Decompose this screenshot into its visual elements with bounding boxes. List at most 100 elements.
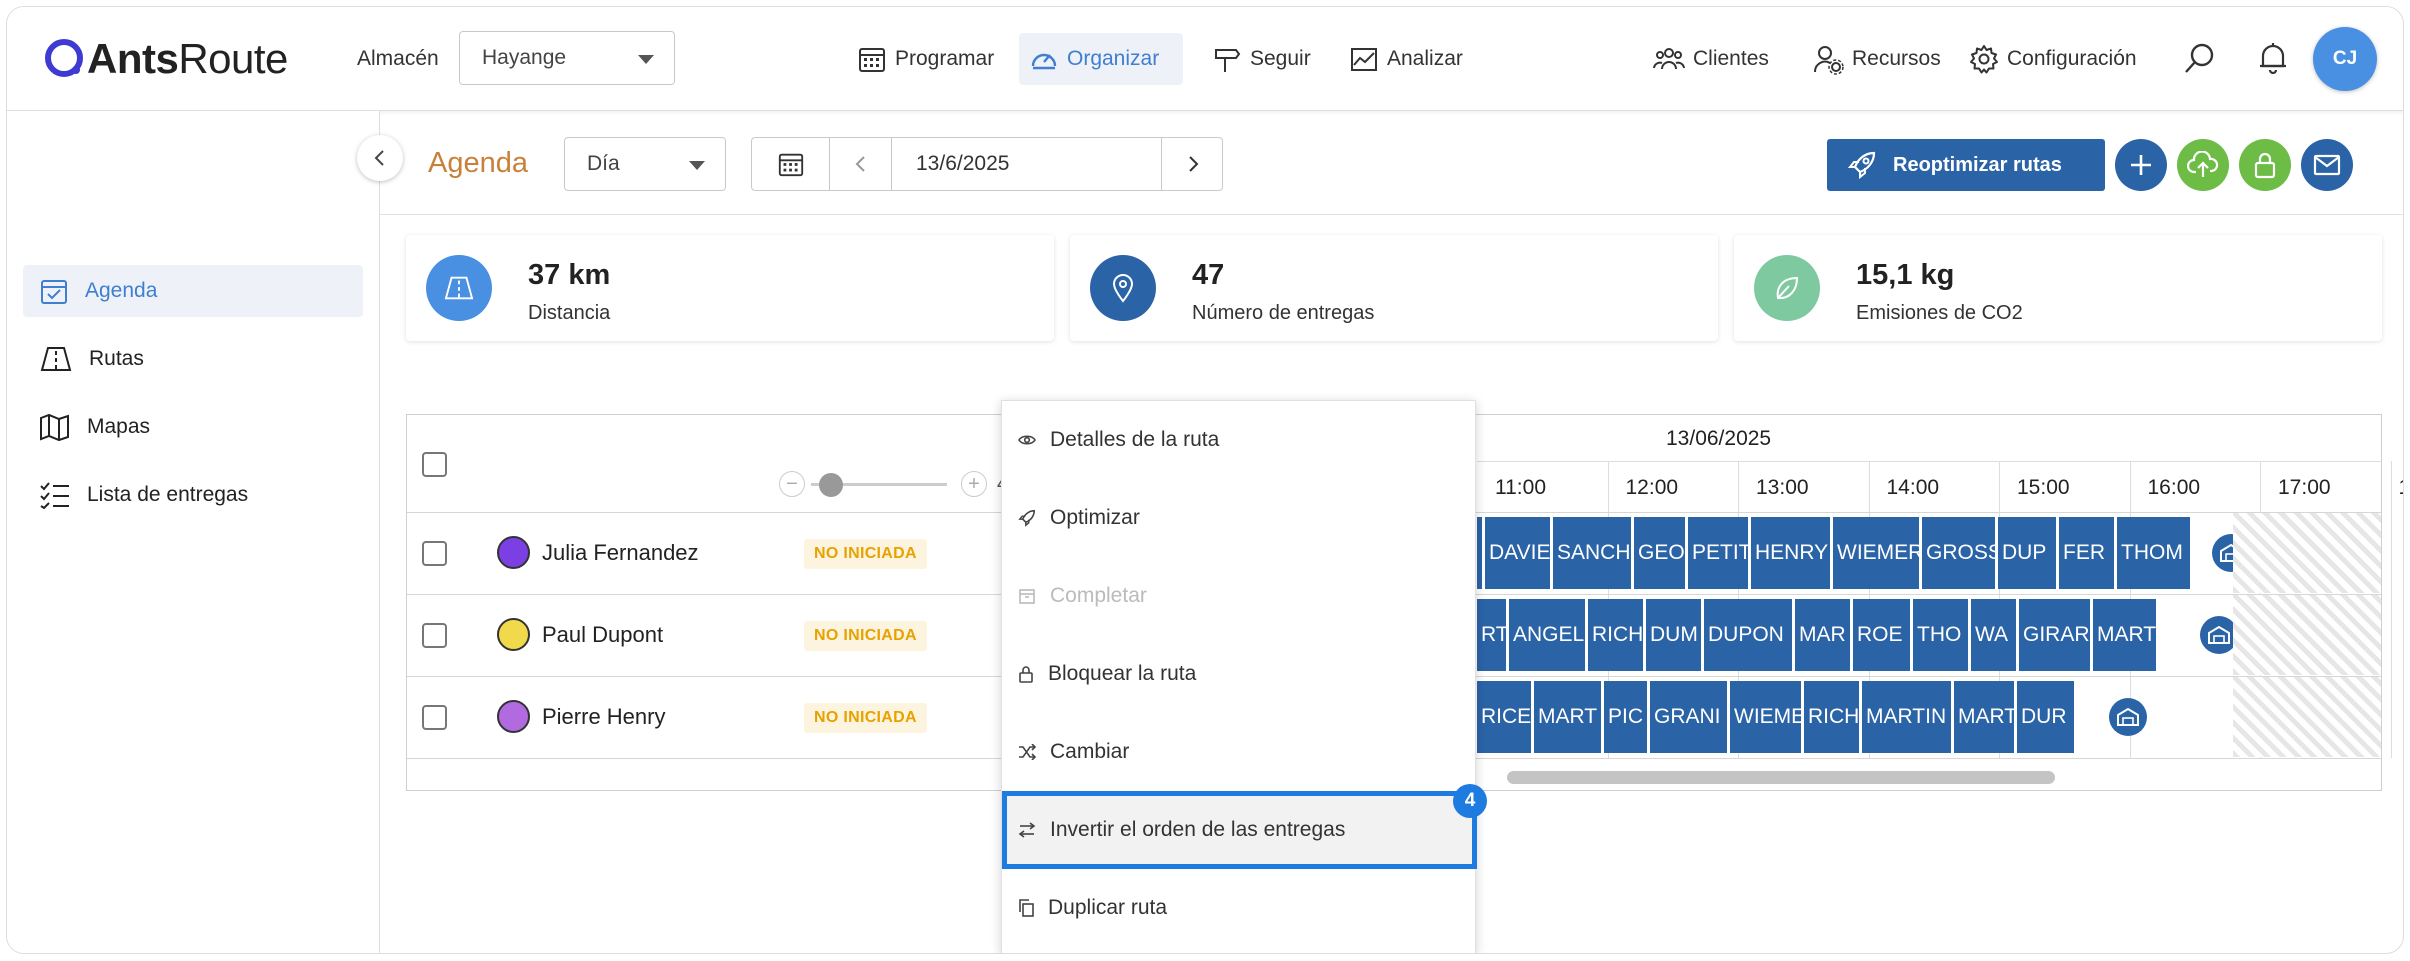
nav-seguir[interactable]: Seguir [1202, 33, 1321, 85]
delivery-stop-block[interactable]: WA [1971, 599, 2019, 671]
route-row-checkbox[interactable] [422, 541, 447, 566]
brand-name-light: Route [178, 35, 288, 82]
zoom-in-button[interactable]: + [961, 471, 987, 497]
calendar-picker-button[interactable] [752, 138, 830, 190]
menu-item-label: Duplicar ruta [1048, 896, 1168, 919]
stat-distance-card: 37 km Distancia [406, 235, 1054, 341]
view-select[interactable]: Día [564, 137, 726, 191]
calendar-icon [859, 48, 885, 72]
add-button[interactable] [2115, 139, 2167, 191]
sidebar-item-label: Rutas [89, 347, 144, 370]
step-number-badge: 4 [1453, 784, 1487, 818]
bell-icon[interactable] [2257, 41, 2289, 75]
menu-item-lock-route[interactable]: Bloquear la ruta [1002, 635, 1477, 713]
delivery-stop-block[interactable]: WIEMER [1833, 517, 1922, 589]
menu-item-change[interactable]: Cambiar [1002, 713, 1477, 791]
delivery-stop-block[interactable]: DUM [1646, 599, 1704, 671]
route-row-checkbox[interactable] [422, 623, 447, 648]
delivery-stop-block[interactable]: ROE [1853, 599, 1913, 671]
delivery-stop-block[interactable]: MART [1534, 681, 1604, 753]
nav-configuracion[interactable]: Configuración [1959, 33, 2147, 85]
delivery-stop-block[interactable]: MAR [1795, 599, 1853, 671]
nav-recursos[interactable]: Recursos [1802, 33, 1951, 85]
next-day-button[interactable] [1161, 138, 1223, 190]
route-color-dot [497, 618, 530, 651]
delivery-stop-block[interactable]: RICE [1477, 681, 1534, 753]
route-driver-name[interactable]: Paul Dupont [542, 622, 663, 648]
road-icon [444, 276, 474, 300]
delivery-stop-block[interactable]: DUPON [1704, 599, 1795, 671]
lock-button[interactable] [2239, 139, 2291, 191]
delivery-stop-block[interactable]: WIEME [1730, 681, 1804, 753]
nav-configuracion-label: Configuración [2007, 47, 2137, 70]
nav-organizar[interactable]: Organizar [1019, 33, 1183, 85]
menu-item-label: Detalles de la ruta [1050, 428, 1220, 451]
delivery-stop-block[interactable]: SANCHE [1553, 517, 1634, 589]
warehouse-select[interactable]: Hayange [459, 31, 675, 85]
calendar-icon [778, 153, 803, 177]
delivery-stop-block[interactable]: DUP [1998, 517, 2059, 589]
delivery-stop-block[interactable]: RTI [1477, 599, 1509, 671]
delivery-stop-block[interactable]: DAVIE [1485, 517, 1553, 589]
menu-item-label: Optimizar [1050, 506, 1140, 529]
search-icon[interactable] [2183, 41, 2217, 75]
route-color-dot [497, 700, 530, 733]
delivery-stop-block[interactable]: RICH [1804, 681, 1862, 753]
route-driver-name[interactable]: Julia Fernandez [542, 540, 699, 566]
warehouse-label: Almacén [357, 47, 439, 70]
delivery-stop-block[interactable]: RICH [1588, 599, 1646, 671]
menu-item-complete: Completar [1002, 557, 1477, 635]
delivery-stop-block[interactable]: MARTIN [1862, 681, 1954, 753]
antsroute-logo-icon[interactable] [43, 37, 85, 79]
reoptimize-routes-label: Reoptimizar rutas [1893, 153, 2062, 176]
delivery-stop-block[interactable]: GROSS [1922, 517, 1998, 589]
user-avatar[interactable]: CJ [2313, 27, 2377, 91]
email-button[interactable] [2301, 139, 2353, 191]
sidebar-item-rutas[interactable]: Rutas [23, 333, 363, 385]
delivery-stop-block[interactable]: GEO [1634, 517, 1688, 589]
delivery-stop-block[interactable]: MART [1954, 681, 2017, 753]
previous-day-button[interactable] [830, 138, 892, 190]
menu-item-route-details[interactable]: Detalles de la ruta [1002, 401, 1477, 479]
delivery-stop-block[interactable]: THOM [2117, 517, 2193, 589]
menu-item-duplicate-route[interactable]: Duplicar ruta [1002, 869, 1477, 947]
delivery-stop-block[interactable]: GIRAR [2019, 599, 2093, 671]
sidebar-item-agenda[interactable]: Agenda [23, 265, 363, 317]
menu-item-label: Completar [1050, 584, 1147, 607]
delivery-stop-block[interactable]: DUR [2017, 681, 2077, 753]
delivery-stop-block[interactable]: FER [2059, 517, 2117, 589]
select-all-checkbox[interactable] [422, 452, 447, 477]
nav-clientes[interactable]: Clientes [1643, 33, 1779, 85]
nav-analizar[interactable]: Analizar [1339, 33, 1473, 85]
date-navigator: 13/6/2025 [751, 137, 1223, 191]
delivery-stop-block[interactable]: MART [2093, 599, 2159, 671]
delivery-stop-block[interactable]: HENRY [1751, 517, 1833, 589]
menu-item-label: Invertir el orden de las entregas [1050, 818, 1346, 841]
nav-programar[interactable]: Programar [847, 33, 1004, 85]
sidebar-item-mapas[interactable]: Mapas [23, 401, 363, 453]
date-value[interactable]: 13/6/2025 [916, 152, 1009, 176]
delivery-stop-block[interactable] [1477, 517, 1485, 589]
delivery-stop-block[interactable]: PETIT [1688, 517, 1751, 589]
stat-deliveries-card: 47 Número de entregas [1070, 235, 1718, 341]
sidebar-item-lista-de-entregas[interactable]: Lista de entregas [23, 469, 363, 521]
menu-item-optimize[interactable]: Optimizar [1002, 479, 1477, 557]
delivery-stop-block[interactable]: THO [1913, 599, 1971, 671]
route-driver-name[interactable]: Pierre Henry [542, 704, 665, 730]
non-working-hours-area [2233, 677, 2381, 757]
timeline-hour-label: 15:00 [2017, 476, 2070, 499]
nav-clientes-label: Clientes [1693, 47, 1769, 70]
horizontal-scrollbar[interactable] [1507, 771, 2055, 784]
delivery-stop-block[interactable]: GRANI [1650, 681, 1730, 753]
warehouse-return-icon[interactable] [2109, 698, 2147, 736]
zoom-slider-handle[interactable] [819, 473, 843, 497]
menu-item-reverse-order[interactable]: Invertir el orden de las entregas [1002, 791, 1477, 869]
delivery-stop-block[interactable]: ANGEL [1509, 599, 1588, 671]
delivery-stop-block[interactable]: PIC [1604, 681, 1650, 753]
timeline-hour-label: 13:00 [1756, 476, 1809, 499]
status-badge: NO INICIADA [804, 703, 927, 733]
route-row-checkbox[interactable] [422, 705, 447, 730]
zoom-out-button[interactable]: − [779, 471, 805, 497]
reoptimize-routes-button[interactable]: Reoptimizar rutas [1827, 139, 2105, 191]
upload-button[interactable] [2177, 139, 2229, 191]
